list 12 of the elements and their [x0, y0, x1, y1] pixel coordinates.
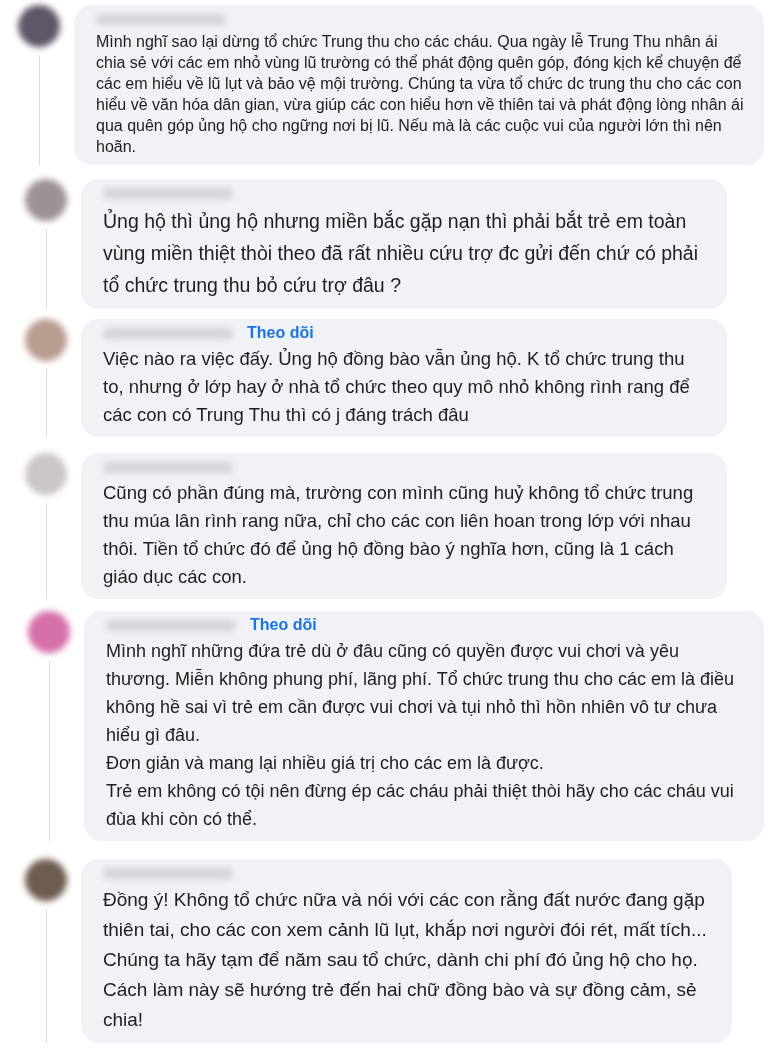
- comment-text: Việc nào ra việc đấy. Ủng hộ đồng bào vẫn ủng hộ. K tổ chức trung thu to, nhưng ở lớp hay ở nhà tổ chức theo quy mô nhỏ không rình rang để các con có Trung Thu thì có j đáng trách đâu: [103, 347, 691, 427]
- comment-text: Mình nghĩ sao lại dừng tổ chức Trung thu cho các cháu. Qua ngày lễ Trung Thu nhân ái chia sẻ với các em nhỏ vùng lũ trường có thể phát động quên góp, đóng kịch kể chuyện để các em hiểu về lũ lụt và bảo vệ mội trường. Chúng ta vừa tổ chức dc trung thu cho các con hiểu về văn hóa dân gian, vừa giúp các con hiểu hơn về thiên tai và phát động lòng nhân ái qua quên góp ủng hộ cho ngững nơi bị lũ. Nếu mà là các cuộc vui của người lớn thì nên hoãn.: [96, 31, 745, 157]
- avatar[interactable]: [25, 859, 67, 901]
- follow-link[interactable]: Theo dõi: [247, 324, 314, 342]
- avatar[interactable]: [25, 179, 67, 221]
- comment-text: Ủng hộ thì ủng hộ nhưng miền bắc gặp nạn thì phải bắt trẻ em toàn vùng miền thiệt thòi theo đã rất nhiều cứu trợ đc gửi đến chứ có phải tổ chức trung thu bỏ cứu trợ đâu ?: [103, 208, 700, 298]
- avatar[interactable]: [28, 611, 70, 653]
- follow-link[interactable]: Theo dõi: [250, 616, 317, 634]
- comment-text: Cũng có phần đúng mà, trường con mình cũng huỷ không tổ chức trung thu múa lân rình rang nữa, chỉ cho các con liên hoan trong lớp với nhau thôi. Tiền tổ chức đó để ủng hộ đồng bào ý nghĩa hơn, cũng là 1 cách giáo dục các con.: [103, 481, 695, 589]
- comment-text: Mình nghĩ những đứa trẻ dù ở đâu cũng có quyền được vui chơi và yêu thương. Miễn không phung phí, lãng phí. Tổ chức trung thu cho các em là điều không hề sai vì trẻ em cần được vui chơi và tụi nhỏ thì hồn nhiên vô tư chưa hiểu gì đâu. Đơn giản và mang lại nhiều giá trị cho các em là được. Trẻ em không có tội nên đừng ép các cháu phải thiệt thòi hãy cho các cháu vui đùa khi còn có thể.: [106, 640, 735, 831]
- avatar[interactable]: [18, 5, 60, 47]
- comment-text: Đồng ý! Không tổ chức nữa và nói với các con rằng đất nước đang gặp thiên tai, cho các con xem cảnh lũ lụt, khắp nơi người đói rét, mất tích... Chúng ta hãy tạm để năm sau tổ chức, dành chi phí đó ủng hộ cho họ. Cách làm này sẽ hướng trẻ đến hai chữ đồng bào và sự đồng cảm, sẻ chia!: [103, 888, 708, 1032]
